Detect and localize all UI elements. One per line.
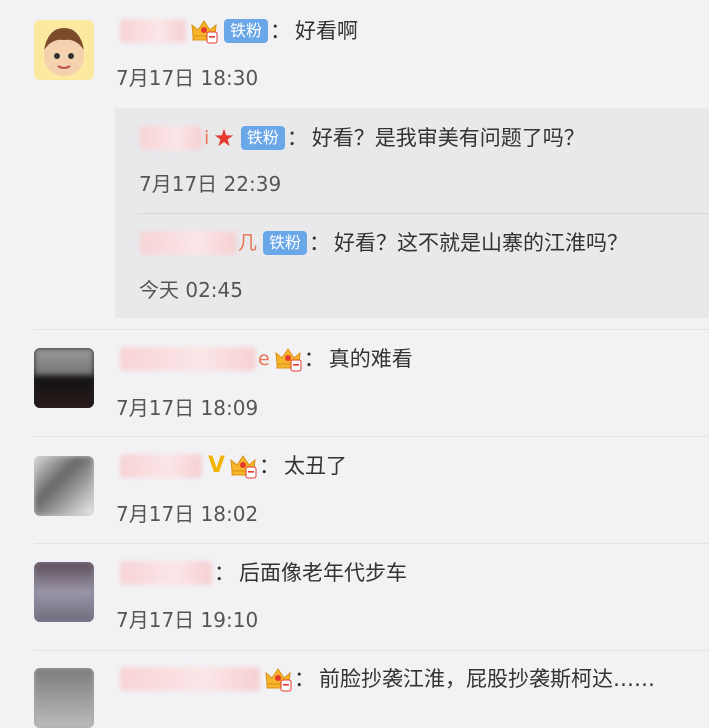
username-blurred[interactable] — [120, 19, 186, 43]
comment-header: e ： 真的难看 — [120, 345, 413, 373]
username-blurred[interactable] — [140, 231, 236, 255]
avatar[interactable] — [34, 562, 94, 622]
comment-text: 后面像老年代步车 — [239, 561, 407, 585]
comment-time: 7月17日 18:09 — [116, 396, 259, 420]
avatar[interactable] — [34, 20, 94, 80]
comment-text: 好看啊 — [295, 19, 359, 43]
fan-badge[interactable]: 铁粉 — [224, 19, 269, 43]
avatar[interactable] — [34, 456, 94, 516]
crown-icon — [274, 346, 302, 372]
username-blurred[interactable] — [120, 561, 212, 585]
divider — [34, 329, 709, 330]
avatar[interactable] — [34, 668, 94, 728]
crown-icon — [229, 453, 257, 479]
divider — [138, 213, 709, 214]
avatar[interactable] — [34, 348, 94, 408]
reply-header: 几 铁粉 ： 好看？这不就是山寨的江淮吗？ — [140, 229, 628, 257]
comment-header: ： 前脸抄袭江淮，屁股抄袭斯柯达…… — [120, 665, 655, 693]
reply-text: 好看？这不就是山寨的江淮吗？ — [334, 231, 629, 255]
reply-header: i ★ 铁粉 ： 好看？是我审美有问题了吗？ — [140, 124, 585, 152]
username-blurred[interactable] — [120, 454, 202, 478]
divider — [34, 650, 709, 651]
comment-text: 太丑了 — [284, 454, 348, 478]
reply-time: 今天 02:45 — [139, 278, 243, 302]
crown-icon — [190, 18, 218, 44]
username-blurred[interactable] — [120, 667, 260, 691]
comment-time: 7月17日 18:02 — [116, 502, 259, 526]
fan-badge[interactable]: 铁粉 — [263, 231, 308, 255]
reply-time: 7月17日 22:39 — [139, 172, 282, 196]
fan-badge[interactable]: 铁粉 — [240, 126, 285, 150]
username-blurred[interactable] — [120, 347, 256, 371]
reply-text: 好看？是我审美有问题了吗？ — [311, 126, 585, 150]
cartoon-avatar-icon — [34, 20, 94, 80]
divider — [34, 436, 709, 437]
comment-text: 真的难看 — [328, 347, 413, 371]
comment-time: 7月17日 18:30 — [116, 66, 259, 90]
crown-icon — [264, 666, 292, 692]
comment-header: ： 后面像老年代步车 — [120, 559, 407, 587]
username-blurred[interactable] — [140, 126, 202, 150]
comment-text: 前脸抄袭江淮，屁股抄袭斯柯达…… — [319, 667, 655, 691]
comment-header: V ： 太丑了 — [120, 452, 347, 480]
comment-header: 铁粉 ： 好看啊 — [120, 17, 358, 45]
vip-icon: V — [208, 453, 226, 478]
divider — [34, 543, 709, 544]
comment-time: 7月17日 19:10 — [116, 608, 259, 632]
star-icon: ★ — [213, 124, 235, 152]
